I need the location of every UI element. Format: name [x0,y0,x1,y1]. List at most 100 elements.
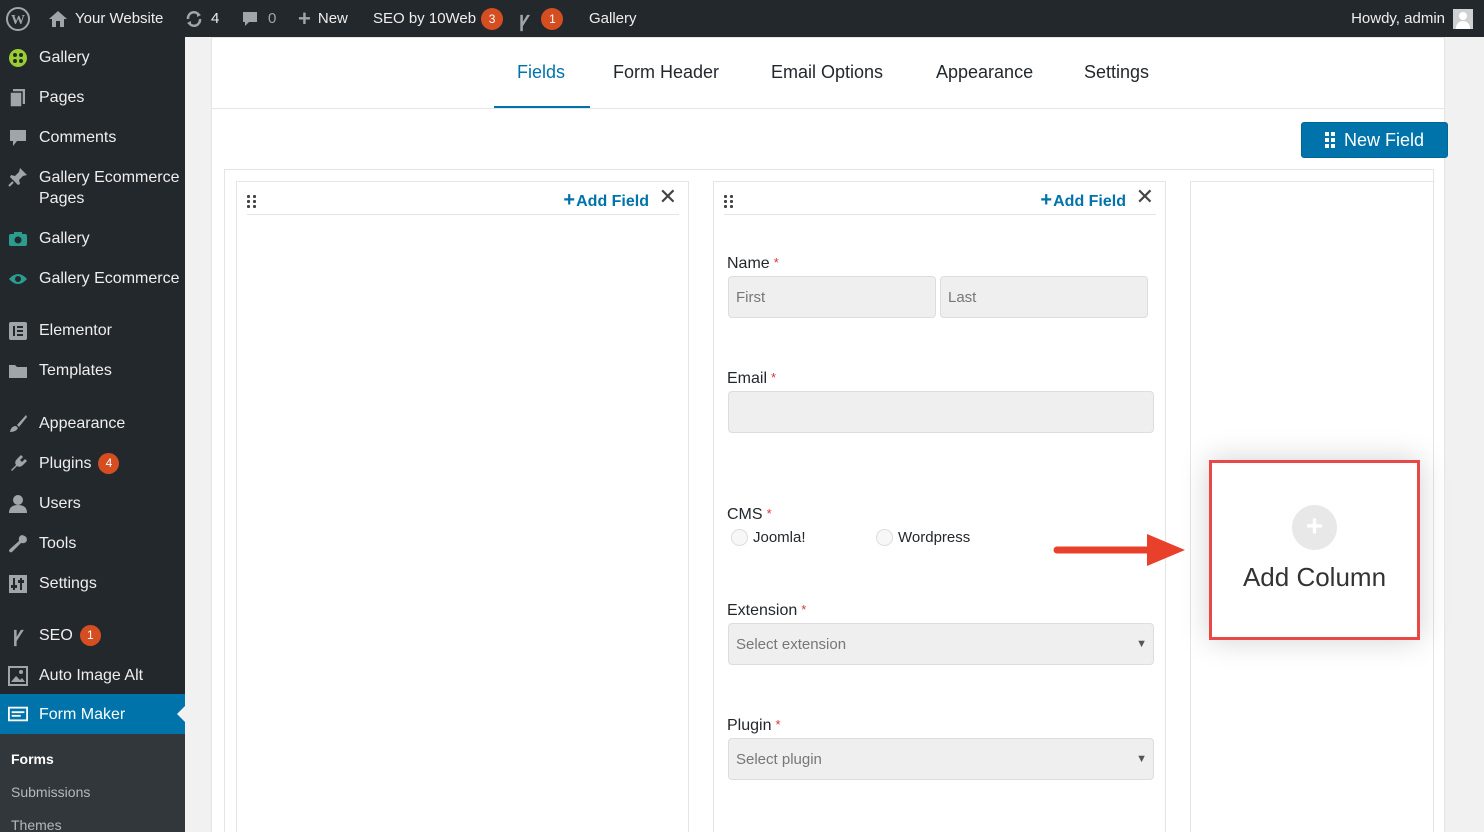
comments-link[interactable]: 0 [241,0,276,37]
submenu-item-submissions[interactable]: Submissions [11,784,90,800]
active-tab-indicator [494,106,590,108]
plugin-field-label[interactable]: Plugin * [727,717,781,735]
pointer-arrow-icon [1053,534,1185,566]
drag-handle-icon[interactable] [724,195,733,208]
folder-icon [8,361,28,381]
sidebar-item-templates[interactable]: Templates [0,360,185,381]
sidebar-item-tools[interactable]: Tools [0,533,185,554]
cms-field-label[interactable]: CMS * [727,506,772,524]
sidebar-item-settings[interactable]: Settings [0,573,185,594]
sidebar-item-plugins[interactable]: Plugins 4 [0,453,185,474]
tab-appearance[interactable]: Appearance [936,62,1033,83]
settings-icon [8,574,28,594]
eye-icon [8,269,28,289]
plus-icon: + [1040,189,1053,211]
sidebar-item-seo[interactable]: ꝩ SEO 1 [0,625,185,646]
grid-icon [1324,132,1335,148]
admin-sidebar: Gallery Pages Comments Gallery Ecommerce… [0,37,185,832]
remove-column-icon[interactable]: ✕ [659,185,677,209]
extension-select[interactable]: Select extension ▼ [728,623,1154,665]
email-input[interactable] [728,391,1154,433]
drag-handle-icon[interactable] [247,195,256,208]
sidebar-item-appearance[interactable]: Appearance [0,413,185,434]
home-icon [48,10,68,28]
tab-form-header[interactable]: Form Header [613,62,719,83]
elementor-icon [8,321,28,341]
wrench-icon [8,534,28,554]
plus-icon: + [298,5,311,31]
plugin-icon [8,454,28,474]
submenu-item-themes[interactable]: Themes [11,817,62,832]
tab-settings[interactable]: Settings [1084,62,1149,83]
gallery-icon [8,48,28,68]
cms-option-wordpress[interactable]: Wordpress [876,529,970,546]
seo-badge: 3 [481,7,504,30]
my-account-link[interactable]: Howdy, admin [1351,0,1473,37]
column-header: +Add Field ✕ [724,182,1156,215]
site-name-link[interactable]: Your Website [48,0,163,37]
radio-button[interactable] [876,529,893,546]
pages-icon [8,88,28,108]
add-column-button[interactable]: + Add Column [1209,460,1420,640]
comments-icon [8,128,28,148]
image-alt-icon [8,665,28,686]
updates-link[interactable]: 4 [184,0,219,37]
current-menu-arrow [177,706,185,722]
radio-button[interactable] [731,529,748,546]
new-content-link[interactable]: + New [298,0,348,37]
comment-bubble-icon [241,10,259,28]
add-field-button[interactable]: +Add Field [563,189,649,212]
avatar [1453,8,1473,29]
plugin-select[interactable]: Select plugin ▼ [728,738,1154,780]
admin-bar: W Your Website 4 0 + New SEO by 10Web 3 … [0,0,1484,37]
submenu-item-forms[interactable]: Forms [11,751,54,767]
extension-field-label[interactable]: Extension * [727,602,806,620]
user-icon [8,494,28,514]
refresh-icon [184,9,204,29]
name-field-label[interactable]: Name * [727,255,779,273]
sidebar-item-gallery[interactable]: Gallery [0,47,185,68]
sidebar-item-pages[interactable]: Pages [0,87,185,108]
main-content: Fields Form Header Email Options Appeara… [185,37,1475,832]
cms-option-joomla[interactable]: Joomla! [731,529,806,546]
column-header: +Add Field ✕ [247,182,679,215]
plugins-update-badge: 4 [98,453,120,474]
sidebar-item-users[interactable]: Users [0,493,185,514]
form-column-2: +Add Field ✕ Name * First Last Email * CMS… [713,181,1166,832]
sidebar-item-gallery-2[interactable]: Gallery [0,228,185,249]
plus-circle-icon: + [1292,505,1337,550]
new-field-button[interactable]: New Field [1301,122,1448,158]
yoast-badge: 1 [541,7,564,30]
seo-notification-badge: 1 [79,625,101,646]
yoast-icon: ꝩ [12,624,24,646]
brush-icon [8,414,28,434]
tab-fields[interactable]: Fields [517,62,565,83]
gallery-link[interactable]: Gallery [589,0,637,37]
seo-10web-link[interactable]: SEO by 10Web 3 [373,0,504,37]
form-maker-submenu: Forms Submissions Themes [0,734,185,832]
sidebar-item-elementor[interactable]: Elementor [0,320,185,341]
add-field-button[interactable]: +Add Field [1040,189,1126,212]
yoast-link[interactable]: ꝩ 1 [519,0,564,37]
sidebar-item-comments[interactable]: Comments [0,127,185,148]
camera-icon [8,229,28,249]
sidebar-item-gallery-ecommerce-pages[interactable]: Gallery Ecommerce Pages [0,167,185,209]
svg-text:W: W [11,13,25,28]
tab-email-options[interactable]: Email Options [771,62,883,83]
form-column-1: +Add Field ✕ [236,181,689,832]
sidebar-item-gallery-ecommerce[interactable]: Gallery Ecommerce [0,268,185,289]
form-icon [8,704,28,724]
email-field-label[interactable]: Email * [727,370,776,388]
caret-down-icon: ▼ [1136,753,1147,765]
form-tabs: Fields Form Header Email Options Appeara… [212,38,1444,109]
yoast-icon: ꝩ [519,9,530,31]
wordpress-logo-icon[interactable]: W [6,0,30,37]
last-name-input[interactable]: Last [940,276,1148,318]
remove-column-icon[interactable]: ✕ [1136,185,1154,209]
first-name-input[interactable]: First [728,276,936,318]
sidebar-item-auto-image-alt[interactable]: Auto Image Alt [0,665,185,686]
sidebar-item-form-maker[interactable]: Form Maker [0,694,185,734]
plus-icon: + [563,189,576,211]
pin-icon [8,167,28,187]
caret-down-icon: ▼ [1136,638,1147,650]
